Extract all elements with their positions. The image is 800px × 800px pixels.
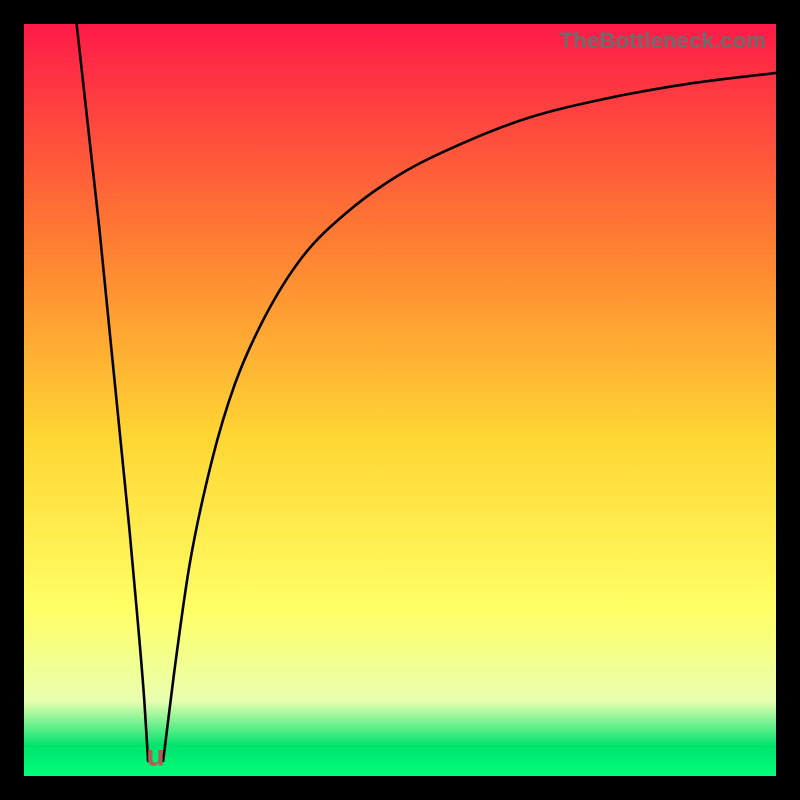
minimum-marker: u [146, 739, 164, 772]
chart-svg: u [24, 24, 776, 776]
plot-area: TheBottleneck.com u [24, 24, 776, 776]
chart-frame: TheBottleneck.com u [0, 0, 800, 800]
gradient-background [24, 24, 776, 776]
watermark-text: TheBottleneck.com [560, 28, 766, 54]
